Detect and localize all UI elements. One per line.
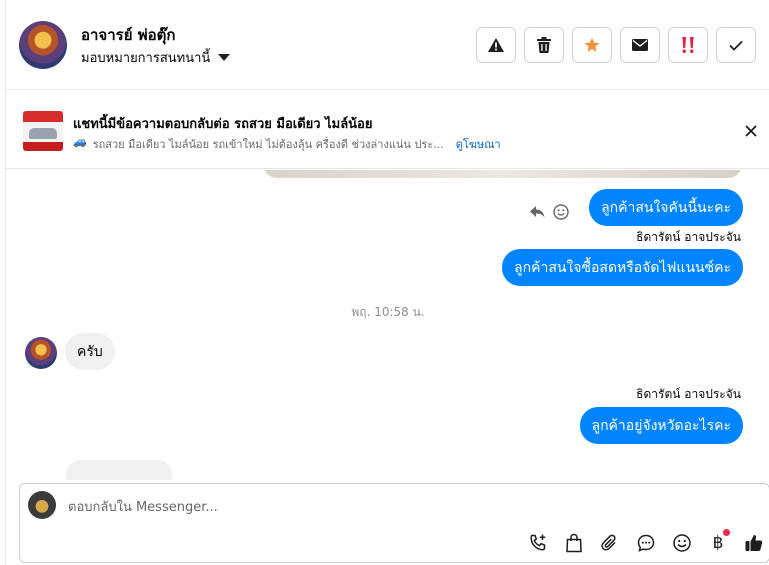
warning-icon: [488, 38, 504, 52]
call-button[interactable]: [526, 531, 550, 555]
contact-avatar-small[interactable]: [25, 337, 57, 369]
phone-add-icon: [530, 534, 546, 551]
saved-replies-button[interactable]: [634, 531, 658, 555]
exclamation-icon: [682, 37, 694, 53]
banner-subtitle-text: รถสวย มือเดียว ไมล์น้อย รถเข้าใหม่ ไม่ต้…: [92, 138, 444, 151]
message-timestamp: พฤ. 10:58 น.: [351, 305, 425, 319]
header-actions: [476, 27, 756, 63]
mark-unread-button[interactable]: [620, 27, 660, 63]
emoji-button[interactable]: [670, 531, 694, 555]
message-thread[interactable]: ลูกค้าสนใจคันนี้นะคะ ธิดารัตน์ อาจประจัน…: [6, 170, 769, 480]
message-sender: ธิดารัตน์ อาจประจัน: [636, 387, 741, 401]
message-bubble-incoming[interactable]: ครับ: [65, 333, 115, 370]
message-sender: ธิดารัตน์ อาจประจัน: [636, 230, 741, 244]
message-bubble-outgoing[interactable]: ลูกค้าสนใจคันนี้นะคะ: [589, 189, 743, 226]
emoji-icon: [673, 534, 691, 552]
report-spam-button[interactable]: [476, 27, 516, 63]
mark-done-button[interactable]: [716, 27, 756, 63]
message-bubble-incoming-partial[interactable]: [66, 460, 172, 480]
payment-button[interactable]: ฿: [706, 529, 730, 555]
paperclip-icon: [601, 534, 616, 551]
message-composer: ฿: [19, 483, 769, 563]
reply-icon[interactable]: [530, 206, 545, 218]
message-actions: [530, 204, 569, 220]
thumbs-up-icon: [745, 535, 763, 551]
page-avatar: [28, 491, 56, 519]
message-bubble-outgoing[interactable]: ลูกค้าอยู่จังหวัดอะไรคะ: [579, 407, 743, 444]
bag-icon: [566, 533, 582, 553]
like-button[interactable]: [742, 531, 766, 555]
messenger-thread-panel: อาจารย์ พ่อตุ๊ก มอบหมายการสนทนานี้ แชทนี…: [5, 0, 769, 565]
trash-icon: [537, 37, 551, 53]
follow-up-button[interactable]: [668, 27, 708, 63]
caret-down-icon: [218, 54, 231, 61]
shop-button[interactable]: [562, 531, 586, 555]
banner-subtitle: 🚙 รถสวย มือเดียว ไมล์น้อย รถเข้าใหม่ ไม่…: [73, 135, 501, 153]
envelope-icon: [632, 39, 648, 51]
attach-button[interactable]: [598, 531, 622, 555]
close-icon: [745, 125, 757, 137]
chat-bubble-icon: [637, 534, 655, 552]
car-icon: 🚙: [73, 135, 87, 148]
close-banner-button[interactable]: [740, 120, 762, 142]
contact-avatar[interactable]: [19, 21, 67, 69]
reply-input[interactable]: [68, 496, 668, 518]
ad-thumbnail[interactable]: [23, 111, 63, 151]
composer-toolbar: ฿: [526, 529, 766, 555]
ad-reply-banner: แชทนี้มีข้อความตอบกลับต่อ รถสวย มือเดียว…: [6, 91, 769, 169]
react-emoji-icon[interactable]: [553, 204, 569, 220]
delete-button[interactable]: [524, 27, 564, 63]
image-attachment[interactable]: [263, 170, 742, 178]
conversation-header: อาจารย์ พ่อตุ๊ก มอบหมายการสนทนานี้: [6, 0, 769, 90]
baht-icon: ฿: [712, 533, 724, 553]
star-icon: [584, 37, 600, 52]
assign-conversation-dropdown[interactable]: มอบหมายการสนทนานี้: [81, 47, 231, 68]
view-ad-link[interactable]: ดูโฆษณา: [456, 135, 501, 153]
banner-title: แชทนี้มีข้อความตอบกลับต่อ รถสวย มือเดียว…: [73, 117, 373, 132]
assign-label: มอบหมายการสนทนานี้: [81, 51, 211, 66]
star-button[interactable]: [572, 27, 612, 63]
check-icon: [729, 40, 743, 51]
message-bubble-outgoing[interactable]: ลูกค้าสนใจซื้อสดหรือจัดไฟแนนซ์คะ: [502, 249, 743, 286]
contact-name[interactable]: อาจารย์ พ่อตุ๊ก: [81, 23, 175, 47]
notification-dot: [723, 529, 730, 536]
